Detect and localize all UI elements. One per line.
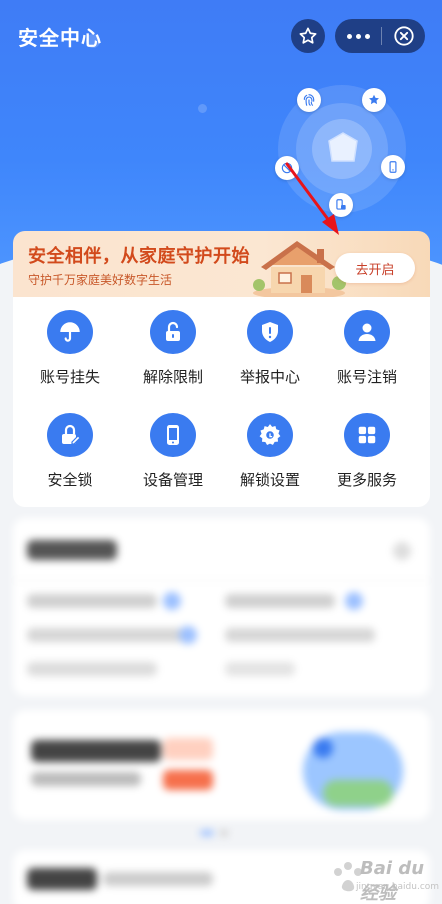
blurred-card bbox=[13, 518, 430, 696]
watermark-url: jingyan.baidu.com bbox=[356, 882, 440, 892]
blurred-promo-card bbox=[13, 710, 430, 820]
blurred-content bbox=[0, 0, 442, 904]
watermark-text: Bai du 经验 bbox=[360, 858, 425, 904]
blurred-heading bbox=[27, 540, 117, 560]
